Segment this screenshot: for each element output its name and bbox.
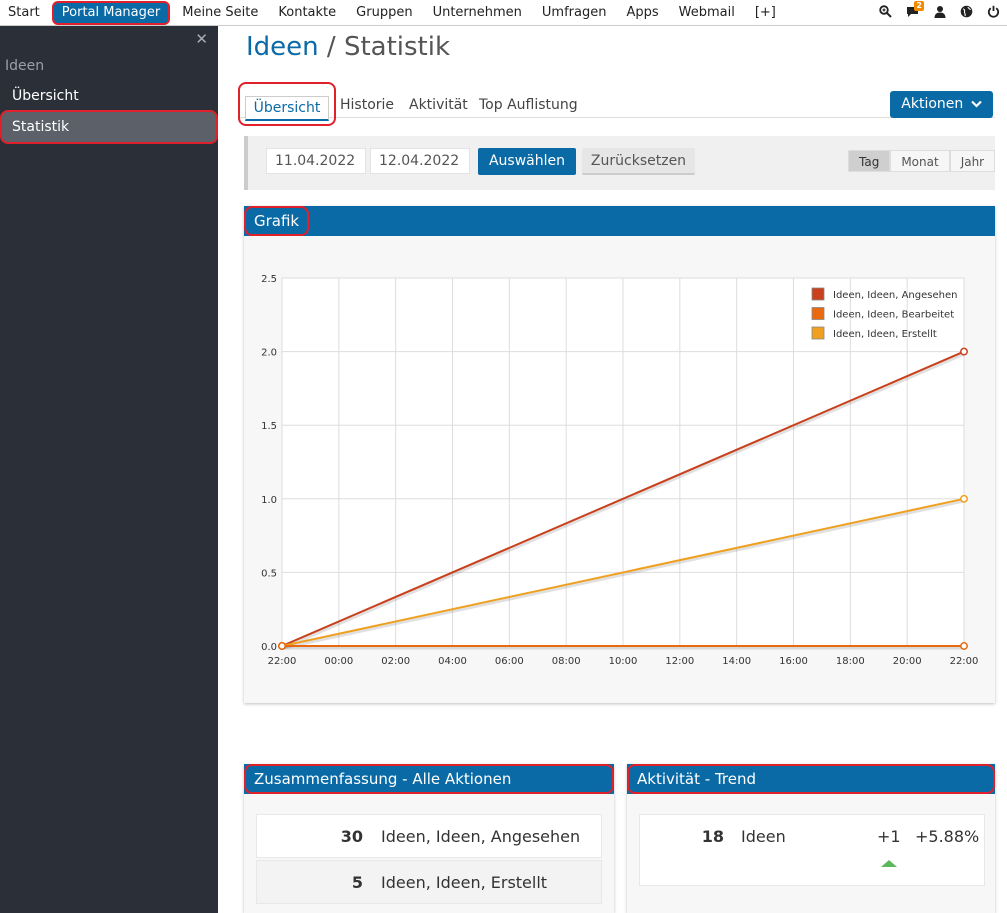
trend-up-arrow-icon	[881, 860, 897, 867]
y-tick-label: 2.5	[261, 274, 277, 285]
trend-label: Ideen	[741, 827, 786, 846]
globe-icon[interactable]	[953, 5, 980, 22]
chevron-down-icon	[970, 100, 982, 108]
top-icons: 2	[872, 0, 1007, 26]
reset-button[interactable]: Zurücksetzen	[582, 148, 695, 175]
sidebar: ✕ Ideen Übersicht Statistik	[0, 26, 218, 913]
period-tag[interactable]: Tag	[848, 150, 891, 172]
search-icon[interactable]	[872, 4, 899, 22]
data-point	[960, 642, 968, 650]
chart-panel-header: Grafik	[244, 206, 995, 236]
summary-panel: Zusammenfassung - Alle Aktionen 30 Ideen…	[244, 764, 614, 913]
summary-label: Ideen, Ideen, Angesehen	[381, 827, 581, 846]
nav-umfragen[interactable]: Umfragen	[532, 0, 617, 26]
sidebar-item-uebersicht[interactable]: Übersicht	[0, 80, 218, 112]
period-jahr[interactable]: Jahr	[949, 150, 996, 172]
x-tick-label: 00:00	[324, 656, 353, 667]
x-tick-label: 22:00	[268, 656, 297, 667]
page-title-sub: Statistik	[343, 32, 451, 62]
nav-add[interactable]: [+]	[745, 0, 786, 26]
sidebar-item-statistik[interactable]: Statistik	[0, 110, 218, 144]
trend-box: 18 Ideen +1 +5.88%	[639, 814, 985, 886]
period-switcher: Tag Monat Jahr	[848, 150, 996, 172]
y-tick-label: 1.0	[261, 495, 277, 506]
x-tick-label: 20:00	[893, 656, 922, 667]
chart-panel: Grafik 22:00 00:00 02:00 04:00 06:00 08:00 10:…	[244, 206, 995, 703]
trend-panel-header: Aktivität - Trend	[627, 764, 995, 794]
tab-uebersicht-label: Übersicht	[244, 96, 330, 121]
nav-unternehmen[interactable]: Unternehmen	[423, 0, 532, 26]
legend-label: Ideen, Ideen, Angesehen	[833, 290, 957, 301]
legend-label: Ideen, Ideen, Bearbeitet	[833, 310, 954, 321]
nav-start[interactable]: Start	[0, 0, 50, 26]
x-tick-label: 06:00	[495, 656, 524, 667]
tab-bar: Übersicht Historie Aktivität Top Auflist…	[238, 82, 995, 126]
period-monat[interactable]: Monat	[890, 150, 950, 172]
x-tick-label: 04:00	[438, 656, 467, 667]
date-to-input[interactable]	[370, 148, 470, 174]
nav-meine-seite[interactable]: Meine Seite	[172, 0, 268, 26]
data-point	[960, 494, 968, 503]
trend-panel: Aktivität - Trend 18 Ideen +1 +5.88%	[627, 764, 995, 913]
y-tick-label: 0.5	[261, 568, 277, 579]
nav-gruppen[interactable]: Gruppen	[346, 0, 422, 26]
y-tick-label: 2.0	[261, 348, 277, 359]
nav-webmail[interactable]: Webmail	[669, 0, 745, 26]
tab-historie[interactable]: Historie	[340, 97, 394, 113]
tab-top-auflistung[interactable]: Top Auflistung	[479, 97, 578, 113]
chat-icon[interactable]: 2	[899, 0, 926, 22]
y-tick-label: 1.5	[261, 421, 277, 432]
notification-badge: 2	[914, 0, 924, 11]
summary-count: 5	[351, 873, 363, 892]
page-title: Ideen / Statistik	[246, 32, 450, 62]
line-chart: 22:00 00:00 02:00 04:00 06:00 08:00 10:00 12:00…	[261, 274, 979, 667]
y-tick-label: 0.0	[261, 642, 277, 653]
actions-button-label: Aktionen	[901, 96, 964, 112]
summary-count: 30	[340, 827, 363, 846]
x-tick-label: 12:00	[665, 656, 694, 667]
page-title-separator: /	[326, 32, 336, 62]
trend-count: 18	[701, 827, 724, 846]
trend-percent: +5.88%	[915, 827, 980, 846]
chart-panel-title: Grafik	[244, 206, 310, 236]
power-icon[interactable]	[980, 5, 1007, 22]
x-tick-label: 08:00	[552, 656, 581, 667]
nav-apps[interactable]: Apps	[616, 0, 668, 26]
x-tick-label: 16:00	[779, 656, 808, 667]
legend-swatch	[811, 307, 825, 320]
trend-panel-title: Aktivität - Trend	[627, 764, 995, 794]
data-point	[278, 642, 286, 650]
filter-bar: Auswählen Zurücksetzen Tag Monat Jahr	[244, 136, 996, 190]
trend-delta: +1	[877, 827, 901, 846]
tab-uebersicht[interactable]: Übersicht	[238, 82, 336, 126]
date-from-input[interactable]	[266, 148, 366, 174]
summary-row: 30 Ideen, Ideen, Angesehen	[256, 814, 602, 858]
legend-swatch	[811, 287, 825, 301]
x-tick-label: 02:00	[381, 656, 410, 667]
summary-panel-header: Zusammenfassung - Alle Aktionen	[244, 764, 614, 794]
tab-aktivitaet[interactable]: Aktivität	[409, 97, 468, 113]
summary-panel-title: Zusammenfassung - Alle Aktionen	[244, 764, 614, 794]
top-navigation: Start Portal Manager Meine Seite Kontakt…	[0, 0, 1007, 26]
actions-button[interactable]: Aktionen	[890, 91, 993, 118]
x-tick-label: 18:00	[836, 656, 865, 667]
x-tick-label: 10:00	[609, 656, 638, 667]
nav-portal-manager[interactable]: Portal Manager	[51, 0, 171, 25]
x-tick-label: 22:00	[950, 656, 979, 667]
data-point	[960, 347, 968, 356]
select-button[interactable]: Auswählen	[478, 148, 576, 175]
nav-kontakte[interactable]: Kontakte	[268, 0, 346, 26]
x-tick-label: 14:00	[722, 656, 751, 667]
close-icon[interactable]: ✕	[195, 30, 208, 48]
summary-label: Ideen, Ideen, Erstellt	[381, 873, 548, 892]
legend-label: Ideen, Ideen, Erstellt	[833, 329, 937, 340]
page-title-main: Ideen	[246, 32, 319, 62]
summary-row: 5 Ideen, Ideen, Erstellt	[256, 860, 602, 904]
sidebar-section-title: Ideen	[5, 58, 45, 74]
user-icon[interactable]	[926, 5, 953, 22]
legend-swatch	[811, 326, 825, 340]
